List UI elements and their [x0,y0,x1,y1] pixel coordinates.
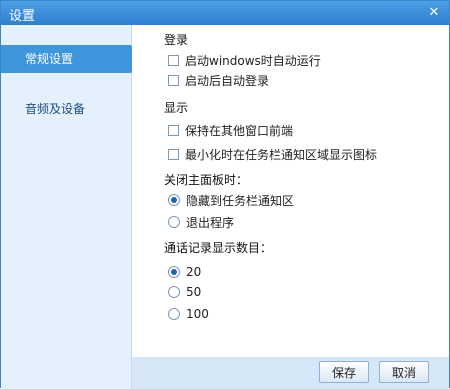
auto-login-checkbox[interactable] [168,74,179,86]
close-button[interactable]: ✕ [425,5,443,21]
exit-program-label: 退出程序 [186,215,235,230]
tray-icon-checkbox[interactable] [168,148,179,160]
settings-panel: 登录 启动windows时自动运行 启动后自动登录 显示 保持在其他窗口前端 最… [132,25,449,357]
display-heading: 显示 [164,101,189,115]
settings-window: 设置 ✕ 常规设置 音频及设备 登录 启动windows时自动运行 启动后自动登… [0,0,450,389]
call-log-20-label: 20 [186,265,202,279]
call-log-50-option[interactable]: 50 [168,283,201,301]
hide-to-tray-option[interactable]: 隐藏到任务栏通知区 [168,191,294,209]
auto-run-label: 启动windows时自动运行 [185,53,321,68]
hide-to-tray-radio[interactable] [168,194,180,206]
close-panel-heading: 关闭主面板时： [164,173,249,187]
tray-icon-label: 最小化时在任务栏通知区域显示图标 [185,147,378,162]
footer-bar: 保存 取消 [132,357,449,389]
sidebar-item-general[interactable]: 常规设置 [1,45,141,73]
always-on-top-label: 保持在其他窗口前端 [185,123,294,138]
call-log-50-radio[interactable] [168,286,180,298]
exit-program-option[interactable]: 退出程序 [168,213,234,231]
call-log-20-option[interactable]: 20 [168,263,201,281]
window-title: 设置 [9,9,36,24]
call-log-50-label: 50 [186,285,202,299]
exit-program-radio[interactable] [168,216,180,228]
sidebar: 常规设置 音频及设备 [1,25,141,389]
call-log-100-radio[interactable] [168,308,180,320]
sidebar-item-audio[interactable]: 音频及设备 [1,95,131,123]
call-log-100-option[interactable]: 100 [168,305,209,323]
hide-to-tray-label: 隐藏到任务栏通知区 [186,193,295,208]
call-log-heading: 通话记录显示数目： [164,241,273,255]
auto-run-checkbox[interactable] [168,54,179,66]
auto-run-option[interactable]: 启动windows时自动运行 [168,51,321,69]
always-on-top-option[interactable]: 保持在其他窗口前端 [168,121,293,139]
call-log-100-label: 100 [186,307,209,321]
cancel-button[interactable]: 取消 [379,361,429,383]
tray-icon-option[interactable]: 最小化时在任务栏通知区域显示图标 [168,145,377,163]
auto-login-option[interactable]: 启动后自动登录 [168,71,269,89]
save-button[interactable]: 保存 [319,361,369,383]
title-bar: 设置 ✕ [1,1,449,25]
call-log-20-radio[interactable] [168,266,180,278]
login-heading: 登录 [164,33,189,47]
auto-login-label: 启动后自动登录 [185,73,270,88]
always-on-top-checkbox[interactable] [168,124,179,136]
